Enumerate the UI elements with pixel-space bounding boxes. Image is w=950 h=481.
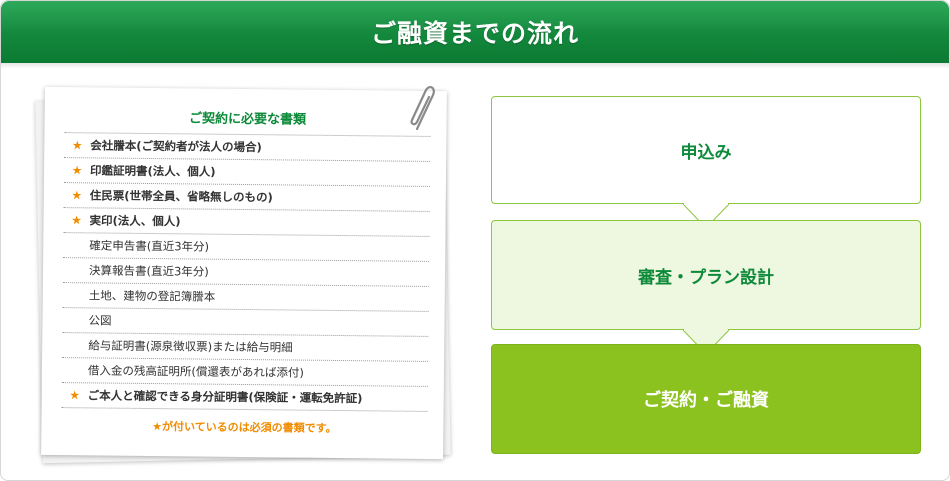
document-label: 実印(法人、個人) bbox=[89, 212, 181, 228]
step-review-plan: 審査・プラン設計 bbox=[491, 220, 921, 330]
page-title: ご融資までの流れ bbox=[370, 19, 579, 48]
documents-title: ご契約に必要な書類 bbox=[64, 103, 431, 137]
document-label: 確定申告書(直近3年分) bbox=[89, 237, 210, 254]
document-label: 会社謄本(ご契約者が法人の場合) bbox=[90, 137, 262, 154]
list-item: ★ ご本人と確認できる身分証明書(保険証・運転免許証) bbox=[61, 383, 428, 412]
star-icon: ★ bbox=[71, 187, 83, 202]
document-label: 住民票(世帯全員、省略無しのもの) bbox=[89, 187, 273, 204]
header-shadow bbox=[1, 63, 949, 69]
star-icon: ★ bbox=[71, 162, 83, 177]
document-label: 公図 bbox=[88, 312, 112, 328]
paperclip-icon bbox=[410, 86, 435, 131]
star-icon: ★ bbox=[71, 212, 82, 227]
document-label: 決算報告書(直近3年分) bbox=[88, 262, 209, 279]
step-application: 申込み bbox=[491, 96, 921, 204]
documents-card: ご契約に必要な書類 ★ 会社謄本(ご契約者が法人の場合) ★ 印鑑証明書(法人、… bbox=[41, 86, 447, 460]
document-label: 給与証明書(源泉徴収票)または給与明細 bbox=[88, 337, 293, 355]
document-label: 印鑑証明書(法人、個人) bbox=[89, 162, 216, 179]
document-label: ご本人と確認できる身分証明書(保険証・運転免許証) bbox=[87, 387, 363, 405]
header-bar: ご融資までの流れ bbox=[1, 1, 949, 63]
flow-panel: ご融資までの流れ ご契約に必要な書類 ★ 会社謄本(ご契約者が法人の場合) ★ … bbox=[0, 0, 950, 481]
step-contract-loan: ご契約・ご融資 bbox=[491, 344, 921, 454]
document-label: 借入金の残高証明所(償還表があれば添付) bbox=[87, 362, 305, 380]
documents-list: ★ 会社謄本(ご契約者が法人の場合) ★ 印鑑証明書(法人、個人) ★ 住民票(… bbox=[61, 133, 431, 412]
step-label: 申込み bbox=[680, 142, 732, 163]
step-label: 審査・プラン設計 bbox=[638, 267, 774, 288]
required-note: ★が付いているのは必須の書類です。 bbox=[152, 420, 337, 435]
star-icon: ★ bbox=[69, 387, 81, 402]
document-label: 土地、建物の登記簿謄本 bbox=[88, 287, 216, 304]
documents-content: ご契約に必要な書類 ★ 会社謄本(ご契約者が法人の場合) ★ 印鑑証明書(法人、… bbox=[61, 103, 431, 437]
step-label: ご契約・ご融資 bbox=[643, 390, 769, 411]
star-icon: ★ bbox=[71, 137, 83, 152]
list-item: 土地、建物の登記簿謄本 bbox=[62, 283, 429, 312]
